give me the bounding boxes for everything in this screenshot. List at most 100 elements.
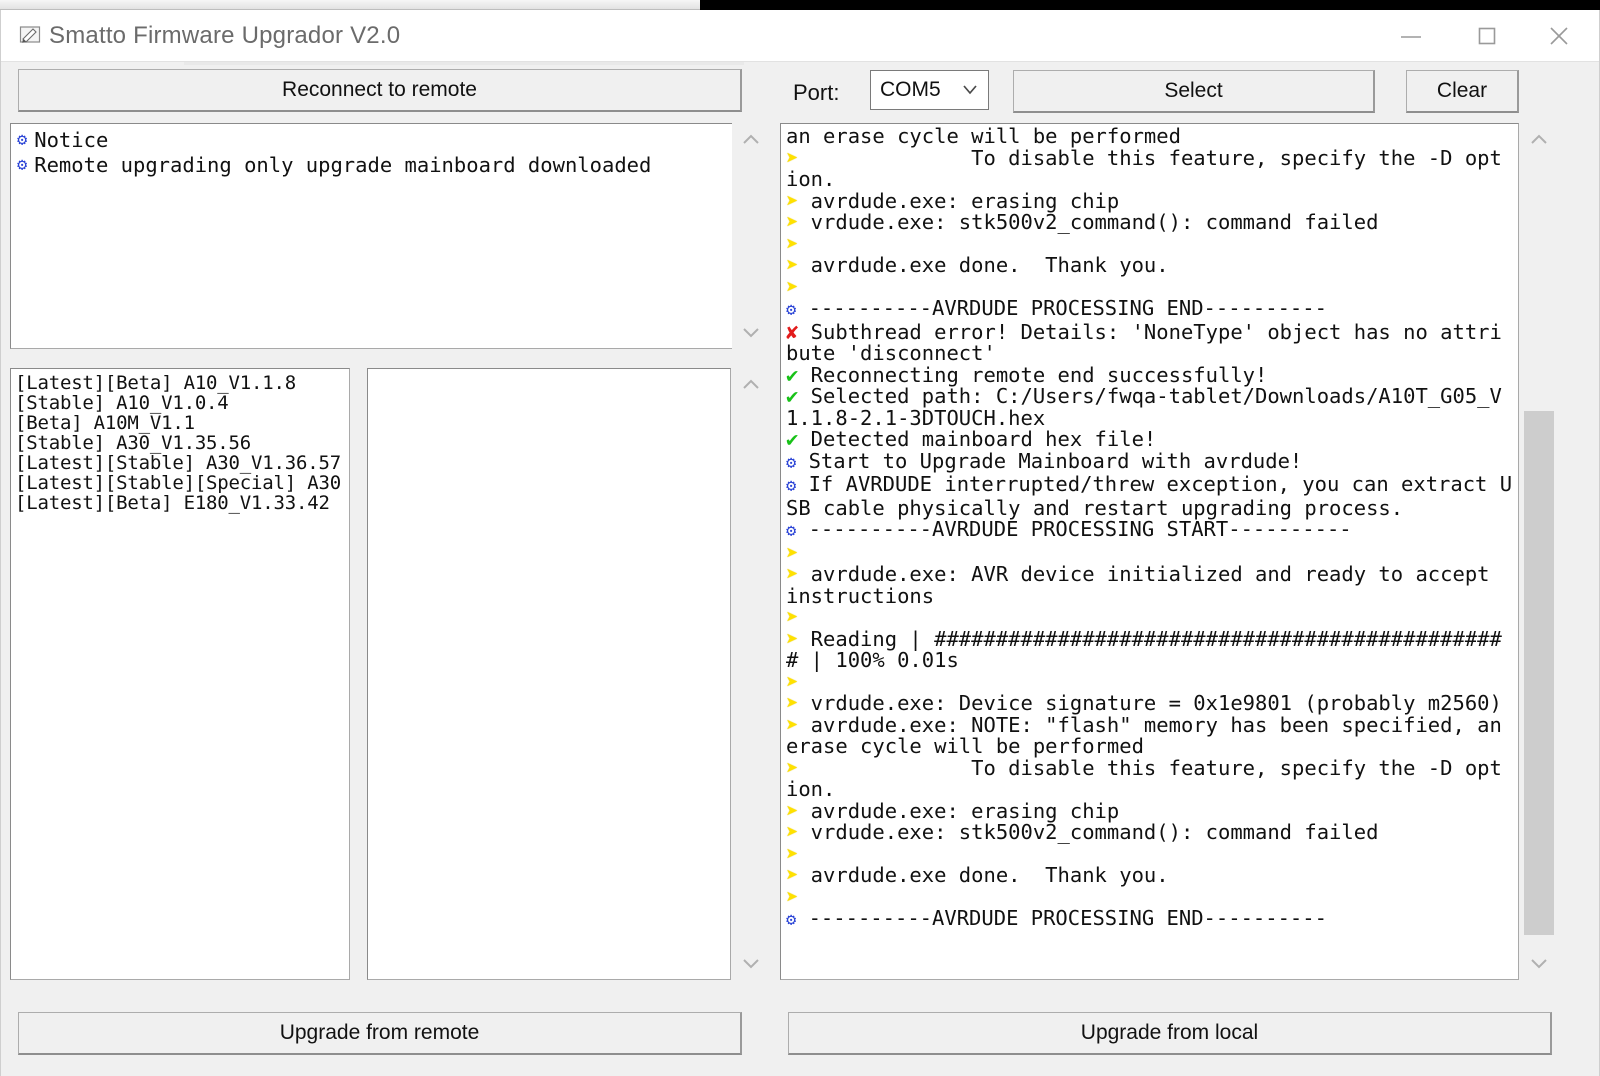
- log-arrow-marker-icon: ➤: [786, 884, 799, 909]
- log-line-text: vrdude.exe: stk500v2_command(): command …: [798, 820, 1379, 844]
- log-line: ➤: [786, 605, 1514, 629]
- list-item[interactable]: [Latest][Beta] A10_V1.1.8: [15, 373, 349, 393]
- log-success-marker-icon: ✔: [786, 384, 799, 408]
- log-line: ➤: [786, 669, 1514, 694]
- log-line-text: Detected mainboard hex file!: [798, 427, 1157, 451]
- log-line: ➤ vrdude.exe: stk500v2_command(): comman…: [786, 211, 1514, 234]
- notice-line-text: Notice: [34, 128, 109, 152]
- port-combobox[interactable]: COM5: [870, 70, 989, 110]
- background-window-edge: [0, 0, 700, 10]
- desktop-background-strip: [0, 0, 1600, 10]
- log-line: ➤ avrdude.exe: erasing chip: [786, 798, 1514, 823]
- select-button[interactable]: Select: [1013, 70, 1375, 113]
- log-line: an erase cycle will be performed: [786, 124, 1514, 148]
- upgrade-from-local-button[interactable]: Upgrade from local: [788, 1012, 1552, 1055]
- clear-button[interactable]: Clear: [1406, 70, 1519, 113]
- log-line: ✔ Detected mainboard hex file!: [786, 427, 1514, 451]
- scroll-up-icon[interactable]: [732, 368, 770, 402]
- log-line: ➤: [786, 843, 1514, 866]
- main-window: Smatto Firmware Upgrador V2.0 Reconnect …: [0, 10, 1600, 1076]
- reconnect-to-remote-button[interactable]: Reconnect to remote: [18, 69, 742, 112]
- log-arrow-marker-icon: ➤: [786, 274, 799, 299]
- log-output: an erase cycle will be performed ➤ To dis…: [781, 124, 1518, 932]
- log-line: ➤ To disable this feature, specify the -…: [786, 755, 1514, 801]
- list-item[interactable]: [Latest][Beta] E180_V1.33.42: [15, 493, 349, 513]
- list-item[interactable]: [Stable] A10_V1.0.4: [15, 393, 349, 413]
- application-window: Smatto Firmware Upgrador V2.0 Reconnect …: [0, 0, 1600, 1076]
- log-line: ⚙ Start to Upgrade Mainboard with avrdud…: [786, 448, 1514, 475]
- log-line-text: vrdude.exe: Device signature = 0x1e9801 …: [798, 691, 1502, 715]
- log-arrow-marker-icon: ➤: [786, 691, 799, 715]
- log-line-text: avrdude.exe: erasing chip: [798, 188, 1120, 213]
- log-line: ➤: [786, 542, 1514, 565]
- log-line: ➤ vrdude.exe: stk500v2_command(): comman…: [786, 820, 1514, 844]
- log-gear-marker-icon: ⚙: [786, 452, 797, 473]
- log-arrow-marker-icon: ➤: [786, 755, 799, 780]
- firmware-detail-panel[interactable]: [367, 368, 731, 980]
- log-line: ➤ Reading | ############################…: [786, 626, 1514, 672]
- log-line-text: Subthread error! Details: 'NoneType' obj…: [786, 319, 1502, 365]
- notice-line: ⚙ Remote upgrading only upgrade mainboard…: [17, 153, 739, 178]
- firmware-list[interactable]: [Latest][Beta] A10_V1.1.8 [Stable] A10_V1…: [11, 369, 349, 513]
- log-line: ➤ avrdude.exe: erasing chip: [786, 188, 1514, 213]
- log-line-text: avrdude.exe done. Thank you.: [798, 253, 1169, 277]
- log-line: ⚙ If AVRDUDE interrupted/threw exception…: [786, 472, 1514, 520]
- title-underline-notch: [184, 62, 744, 65]
- log-error-marker-icon: ✘: [786, 319, 799, 344]
- scroll-down-icon[interactable]: [732, 946, 770, 980]
- log-line: ✘ Subthread error! Details: 'NoneType' o…: [786, 319, 1514, 365]
- log-gear-marker-icon: ⚙: [786, 521, 797, 541]
- log-arrow-marker-icon: ➤: [786, 626, 799, 651]
- log-line: ➤ To disable this feature, specify the -…: [786, 145, 1514, 191]
- log-line-text: To disable this feature, specify the -D …: [786, 755, 1502, 801]
- firmware-detail-list[interactable]: [368, 369, 730, 373]
- close-button[interactable]: [1523, 10, 1595, 62]
- log-scrollbar-thumb[interactable]: [1524, 411, 1554, 935]
- log-line-text: Reading | ##############################…: [786, 626, 1502, 672]
- log-gear-marker-icon: ⚙: [786, 910, 797, 930]
- log-arrow-marker-icon: ➤: [786, 562, 799, 586]
- log-line-text: If AVRDUDE interrupted/threw exception, …: [786, 472, 1513, 520]
- notice-scrollbar[interactable]: [732, 123, 770, 349]
- log-line-text: Reconnecting remote end successfully!: [798, 362, 1268, 387]
- port-label: Port:: [793, 80, 840, 105]
- log-line: ✔ Selected path: C:/Users/fwqa-tablet/Do…: [786, 384, 1514, 429]
- firmware-detail-scrollbar[interactable]: [732, 368, 770, 980]
- log-panel[interactable]: an erase cycle will be performed ➤ To dis…: [780, 123, 1519, 980]
- log-arrow-marker-icon: ➤: [786, 231, 799, 256]
- list-item[interactable]: [Latest][Stable] A30_V1.36.57: [15, 453, 349, 473]
- maximize-button[interactable]: [1451, 10, 1523, 62]
- log-success-marker-icon: ✔: [786, 362, 799, 387]
- log-line-text: avrdude.exe: NOTE: "flash" memory has be…: [786, 712, 1515, 758]
- chevron-down-icon[interactable]: [960, 81, 980, 104]
- log-arrow-marker-icon: ➤: [786, 798, 799, 823]
- log-line: ➤ vrdude.exe: Device signature = 0x1e980…: [786, 691, 1514, 715]
- scroll-up-icon[interactable]: [1520, 123, 1558, 157]
- log-line: ➤: [786, 231, 1514, 256]
- log-arrow-marker-icon: ➤: [786, 605, 799, 629]
- title-bar: Smatto Firmware Upgrador V2.0: [1, 10, 1599, 62]
- minimize-button[interactable]: [1375, 10, 1447, 62]
- list-item[interactable]: [Beta] A10M_V1.1: [15, 413, 349, 433]
- log-line-text: an erase cycle will be performed: [786, 124, 1181, 148]
- list-item[interactable]: [Stable] A30_V1.35.56: [15, 433, 349, 453]
- app-pencil-icon: [19, 25, 41, 47]
- log-scrollbar[interactable]: [1520, 123, 1558, 980]
- log-arrow-marker-icon: ➤: [786, 669, 799, 694]
- log-line: ✔ Reconnecting remote end successfully!: [786, 362, 1514, 387]
- log-arrow-marker-icon: ➤: [786, 145, 799, 170]
- upgrade-from-remote-button[interactable]: Upgrade from remote: [18, 1012, 742, 1055]
- list-item[interactable]: [Latest][Stable][Special] A30: [15, 473, 349, 493]
- log-line-text: Start to Upgrade Mainboard with avrdude!: [796, 448, 1303, 473]
- log-arrow-marker-icon: ➤: [786, 188, 799, 213]
- log-line: ➤ avrdude.exe: AVR device initialized an…: [786, 562, 1514, 607]
- log-line: ➤ avrdude.exe done. Thank you.: [786, 864, 1514, 887]
- scroll-up-icon[interactable]: [732, 123, 770, 157]
- notice-line: ⚙ Notice: [17, 128, 739, 153]
- scroll-down-icon[interactable]: [1520, 946, 1558, 980]
- scroll-down-icon[interactable]: [732, 315, 770, 349]
- log-gear-marker-icon: ⚙: [786, 476, 797, 496]
- notice-panel[interactable]: ⚙ Notice ⚙ Remote upgrading only upgrade ma…: [10, 123, 740, 349]
- firmware-list-panel[interactable]: [Latest][Beta] A10_V1.1.8 [Stable] A10_V1…: [10, 368, 350, 980]
- notice-text: ⚙ Notice ⚙ Remote upgrading only upgrade ma…: [11, 124, 739, 178]
